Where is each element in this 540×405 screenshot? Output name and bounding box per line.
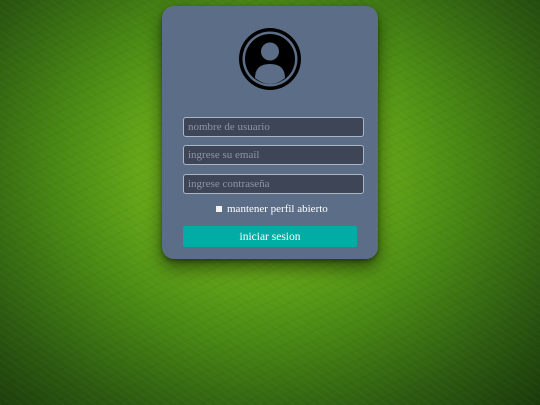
login-card: mantener perfil abierto iniciar sesion: [162, 6, 378, 259]
email-input[interactable]: [183, 145, 364, 165]
remember-me[interactable]: mantener perfil abierto: [216, 202, 328, 216]
remember-checkbox[interactable]: [216, 206, 222, 212]
login-button[interactable]: iniciar sesion: [183, 226, 357, 247]
username-input[interactable]: [183, 117, 364, 137]
user-avatar-icon: [239, 28, 301, 90]
remember-label: mantener perfil abierto: [227, 203, 328, 215]
password-input[interactable]: [183, 174, 364, 194]
